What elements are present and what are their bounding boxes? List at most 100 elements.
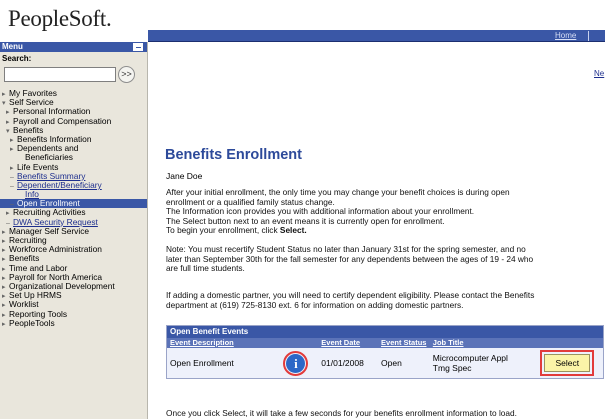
select-button[interactable]: Select: [540, 350, 595, 376]
sidebar-item[interactable]: ▸ Worklist: [0, 300, 147, 309]
menu-title: Menu: [2, 42, 23, 51]
sidebar-item[interactable]: ▸ Personal Information: [0, 107, 147, 116]
cell-job-title: Microcomputer Appl Tmg Spec: [430, 348, 534, 378]
tree-dash-icon: –: [10, 173, 14, 181]
header-separator: [588, 31, 589, 41]
peoplesoft-logo: PeopleSoft.: [8, 6, 112, 31]
sidebar-item[interactable]: ▾ Benefits: [0, 126, 147, 135]
sidebar-item[interactable]: ▸ Dependents and: [0, 144, 147, 153]
sidebar-item-label: Open Enrollment: [17, 199, 80, 209]
cell-select: Select: [533, 348, 603, 378]
sidebar-item-label: Beneficiaries: [25, 153, 73, 163]
sidebar-item-label: DWA Security Request: [13, 217, 98, 227]
sidebar-item[interactable]: ▸ Workforce Administration: [0, 245, 147, 254]
sidebar-item[interactable]: ▸ Benefits Information: [0, 135, 147, 144]
search-input[interactable]: [4, 67, 116, 82]
sidebar-item-label: Benefits Summary: [17, 171, 86, 181]
sidebar-item[interactable]: ▸ Payroll for North America: [0, 273, 147, 282]
collapsed-arrow-icon: ▸: [2, 265, 6, 273]
sidebar-item-label: Time and Labor: [9, 263, 68, 273]
sidebar-item-label: Recruiting: [9, 236, 47, 245]
search-label: Search:: [2, 54, 32, 63]
sidebar-item[interactable]: ▸ Time and Labor: [0, 264, 147, 273]
sidebar-item-label: My Favorites: [9, 89, 57, 98]
col-select: [533, 338, 603, 348]
sidebar-item-label: Worklist: [9, 300, 39, 310]
sidebar-item-label: Manager Self Service: [9, 226, 90, 236]
collapsed-arrow-icon: ▸: [2, 256, 6, 264]
table-caption: Open Benefit Events: [167, 326, 603, 338]
sidebar-item[interactable]: ▸ Life Events: [0, 163, 147, 172]
loading-note: Once you click Select, it will take a fe…: [166, 408, 517, 418]
sidebar-item[interactable]: ▸ Organizational Development: [0, 282, 147, 291]
sidebar-item-label: Self Service: [9, 98, 54, 108]
sidebar-item-label: Payroll and Compensation: [13, 116, 112, 126]
sidebar-item-label: Recruiting Activities: [13, 208, 86, 218]
sidebar-item[interactable]: ▸ PeopleTools: [0, 319, 147, 328]
sidebar-item-label: Benefits: [13, 125, 44, 135]
sidebar-item[interactable]: ▸ Reporting Tools: [0, 310, 147, 319]
open-benefit-events-table: Open Benefit Events Event Description Ev…: [166, 325, 604, 379]
col-event-description[interactable]: Event Description: [167, 338, 283, 348]
sidebar-item[interactable]: – Benefits Summary: [0, 172, 147, 181]
collapsed-arrow-icon: ▸: [2, 228, 6, 236]
sidebar-item-label: Benefits: [9, 254, 40, 264]
tree-dash-icon: –: [10, 182, 14, 190]
sidebar-item-label: Info: [25, 190, 39, 200]
sidebar-item[interactable]: ▸ Recruiting: [0, 236, 147, 245]
instruction-select-bold: Select.: [279, 225, 307, 236]
minimize-menu-icon[interactable]: [133, 43, 143, 51]
cell-info: i: [283, 348, 318, 378]
collapsed-arrow-icon: ▸: [2, 247, 6, 255]
student-note-paragraph: Note: You must recertify Student Status …: [166, 244, 591, 274]
sidebar-item[interactable]: – Dependent/Beneficiary: [0, 181, 147, 190]
sidebar-item[interactable]: ▾ Self Service: [0, 98, 147, 107]
tree-dash-icon: –: [10, 201, 14, 209]
home-link[interactable]: Home: [555, 31, 576, 40]
sidebar-item-label: Benefits Information: [17, 134, 92, 144]
table-row: Open Enrollment i 01/01/2008 Open Microc…: [167, 348, 603, 378]
search-row: >>: [0, 63, 147, 89]
table-header-row: Event Description Event Date Event Statu…: [167, 338, 603, 348]
main-content: Ne Benefits Enrollment Jane Doe After yo…: [149, 42, 605, 419]
search-go-icon[interactable]: >>: [118, 66, 135, 83]
sidebar-item[interactable]: ▸ Payroll and Compensation: [0, 117, 147, 126]
menu-title-bar: Menu: [0, 42, 147, 52]
expanded-arrow-icon: ▾: [2, 100, 6, 108]
domestic-partner-paragraph: If adding a domestic partner, you will n…: [166, 290, 591, 310]
sidebar-item[interactable]: Info: [0, 190, 147, 199]
col-event-status[interactable]: Event Status: [378, 338, 430, 348]
sidebar-item[interactable]: ▸ Set Up HRMS: [0, 291, 147, 300]
collapsed-arrow-icon: ▸: [10, 164, 14, 172]
col-job-title[interactable]: Job Title: [430, 338, 534, 348]
instruction-line: To begin your enrollment, click Select.: [166, 226, 591, 236]
cell-event-description: Open Enrollment: [170, 358, 234, 368]
col-event-date[interactable]: Event Date: [318, 338, 378, 348]
collapsed-arrow-icon: ▸: [2, 238, 6, 245]
cell-event-status: Open: [381, 358, 402, 368]
collapsed-arrow-icon: ▸: [10, 146, 14, 154]
collapsed-arrow-icon: ▸: [2, 320, 6, 328]
collapsed-arrow-icon: ▸: [6, 118, 10, 126]
note-line: are full time students.: [166, 263, 245, 274]
sidebar-item[interactable]: ▸ My Favorites: [0, 89, 147, 98]
header-bar: [148, 30, 605, 42]
instruction-text: To begin your enrollment, click: [166, 225, 280, 236]
collapsed-arrow-icon: ▸: [2, 302, 6, 310]
collapsed-arrow-icon: ▸: [10, 136, 14, 144]
page-title: Benefits Enrollment: [165, 147, 302, 163]
sidebar-item[interactable]: ▸ Benefits: [0, 254, 147, 263]
new-window-link[interactable]: Ne: [594, 69, 604, 78]
collapsed-arrow-icon: ▸: [2, 274, 6, 282]
sidebar-item[interactable]: ▸ Manager Self Service: [0, 227, 147, 236]
sidebar-item[interactable]: – Open Enrollment: [0, 199, 147, 209]
tree-dash-icon: –: [6, 219, 10, 227]
sidebar-item[interactable]: Beneficiaries: [0, 153, 147, 162]
sidebar-item[interactable]: – DWA Security Request: [0, 218, 147, 227]
collapsed-arrow-icon: ▸: [2, 293, 6, 301]
sidebar-item-label: Payroll for North America: [9, 272, 103, 282]
sidebar-item[interactable]: ▸ Recruiting Activities: [0, 208, 147, 217]
partner-line: department at (619) 725-8130 ext. 6 for …: [166, 299, 464, 310]
sidebar-item-label: Dependents and: [17, 144, 79, 154]
information-icon[interactable]: i: [283, 350, 309, 376]
